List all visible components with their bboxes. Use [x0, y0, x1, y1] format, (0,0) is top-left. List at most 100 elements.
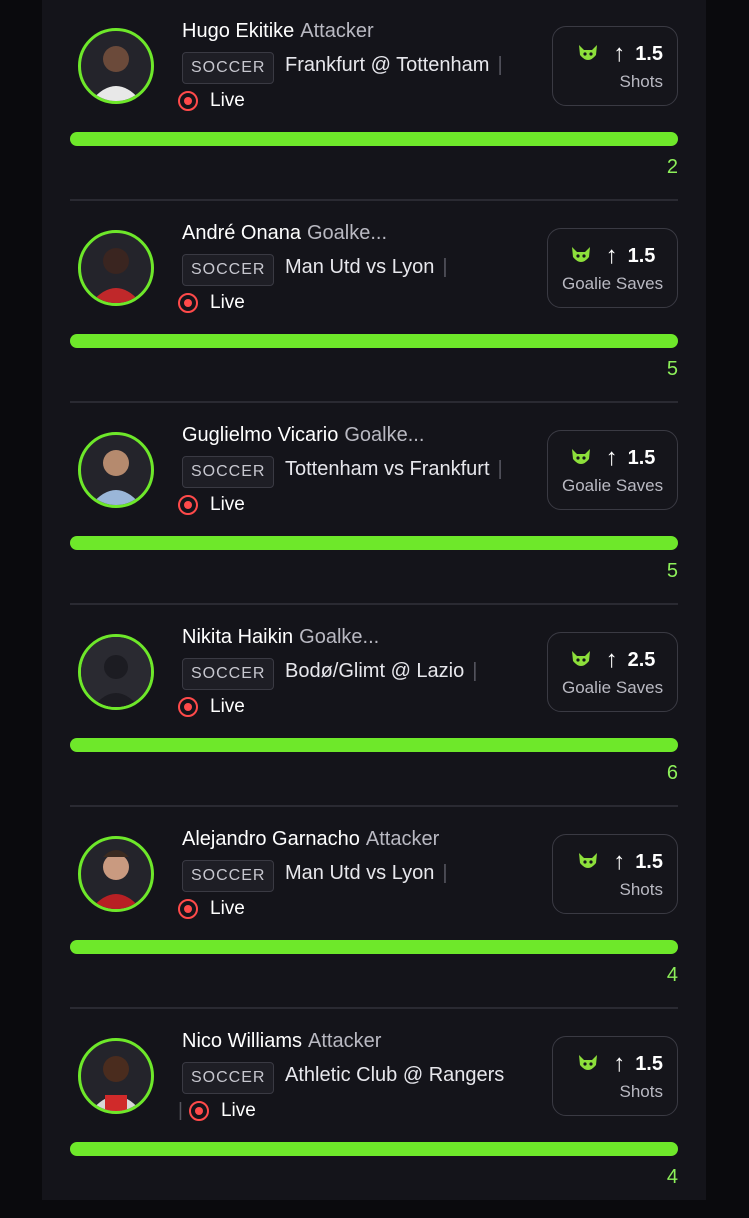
- player-position: Attacker: [365, 828, 440, 850]
- devil-icon: [571, 247, 590, 262]
- sport-tag: SOCCER: [182, 254, 275, 286]
- stat-line-button[interactable]: ↑ 1.5 Shots: [552, 1036, 678, 1116]
- separator: |: [178, 1100, 183, 1121]
- player-position: Attacker: [308, 1030, 382, 1052]
- prop-card[interactable]: Nikita Haikin Goalke... SOCCER Bodø/Glimt…: [42, 603, 706, 814]
- arrow-up-icon: ↑: [613, 1050, 626, 1077]
- player-avatar: [78, 1038, 154, 1114]
- line-value: 1.5: [627, 244, 656, 267]
- stat-line-button[interactable]: ↑ 1.5 Shots: [552, 834, 678, 914]
- live-label: Live: [210, 292, 245, 313]
- stat-label: Shots: [619, 72, 663, 91]
- player-name: Alejandro Garnacho: [182, 828, 360, 850]
- line-value: 2.5: [627, 648, 656, 671]
- devil-icon: [579, 1055, 598, 1070]
- match-text: Tottenham vs Frankfurt: [285, 458, 490, 480]
- match-name: Bodø/Glimt @ Lazio |: [285, 660, 477, 683]
- stat-line-button[interactable]: ↑ 1.5 Goalie Saves: [547, 228, 678, 308]
- prop-card[interactable]: Guglielmo Vicario Goalke... SOCCER Totten…: [42, 401, 706, 612]
- live-icon: [178, 899, 198, 919]
- separator: |: [442, 862, 448, 884]
- progress-bar: [70, 1142, 678, 1156]
- player-name: Nico Williams: [182, 1030, 302, 1052]
- player-name: Nikita Haikin: [182, 626, 294, 648]
- arrow-up-icon: ↑: [605, 242, 618, 269]
- stat-label: Goalie Saves: [562, 678, 664, 697]
- line-value: 1.5: [635, 1052, 663, 1075]
- match-name: Athletic Club @ Rangers: [285, 1064, 504, 1087]
- separator: |: [472, 660, 478, 682]
- prop-card[interactable]: Alejandro Garnacho Attacker SOCCER Man Ut…: [42, 805, 706, 1016]
- player-name-line: Alejandro Garnacho Attacker: [182, 828, 439, 851]
- stat-line-button[interactable]: ↑ 1.5 Goalie Saves: [547, 430, 678, 510]
- silhouette-icon: [81, 637, 151, 707]
- live-icon: [178, 495, 198, 515]
- player-position: Goalke...: [306, 222, 388, 244]
- live-label: Live: [210, 90, 245, 111]
- arrow-up-icon: ↑: [613, 40, 626, 67]
- player-avatar: [78, 634, 154, 710]
- stat-label: Goalie Saves: [562, 274, 664, 293]
- match-text: Bodø/Glimt @ Lazio: [285, 660, 465, 682]
- live-status: Live: [178, 292, 245, 314]
- player-avatar: [78, 836, 154, 912]
- progress-bar: [70, 132, 678, 146]
- stat-line-button[interactable]: ↑ 2.5 Goalie Saves: [547, 632, 678, 712]
- result-value: 4: [666, 964, 678, 986]
- player-name-line: André Onana Goalke...: [182, 222, 387, 245]
- player-photo-icon: [91, 850, 141, 909]
- arrow-up-icon: ↑: [605, 646, 618, 673]
- prop-card[interactable]: Nico Williams Attacker SOCCER Athletic Cl…: [42, 1007, 706, 1218]
- divider: [70, 805, 678, 807]
- player-photo-icon: [91, 450, 141, 505]
- player-avatar: [78, 230, 154, 306]
- arrow-up-icon: ↑: [605, 444, 618, 471]
- divider: [70, 603, 678, 605]
- player-photo-icon: [91, 46, 141, 101]
- player-position: Goalke...: [344, 424, 425, 446]
- match-name: Man Utd vs Lyon |: [285, 862, 448, 885]
- player-name-line: Guglielmo Vicario Goalke...: [182, 424, 424, 447]
- live-label: Live: [220, 1100, 256, 1121]
- divider: [70, 1007, 678, 1009]
- separator: |: [497, 54, 503, 76]
- player-name: André Onana: [182, 222, 301, 244]
- result-value: 5: [666, 560, 678, 582]
- live-icon: [188, 1101, 209, 1121]
- player-photo-icon: [91, 248, 141, 303]
- live-label: Live: [210, 696, 245, 717]
- match-name: Frankfurt @ Tottenham |: [285, 54, 503, 77]
- result-value: 2: [666, 156, 678, 178]
- progress-bar: [70, 940, 678, 954]
- live-icon: [178, 697, 198, 717]
- devil-icon: [571, 651, 590, 666]
- match-text: Man Utd vs Lyon: [285, 862, 435, 884]
- devil-icon: [579, 45, 598, 60]
- sport-tag: SOCCER: [182, 456, 275, 488]
- player-position: Goalke...: [299, 626, 380, 648]
- prop-card[interactable]: Hugo Ekitike Attacker SOCCER Frankfurt @ …: [42, 6, 706, 208]
- progress-bar: [70, 536, 678, 550]
- player-name: Guglielmo Vicario: [182, 424, 339, 446]
- progress-bar: [70, 738, 678, 752]
- sport-tag: SOCCER: [182, 860, 275, 892]
- live-status: Live: [178, 90, 245, 112]
- sport-tag: SOCCER: [182, 52, 275, 84]
- live-icon: [178, 293, 198, 313]
- devil-icon: [571, 449, 590, 464]
- arrow-up-icon: ↑: [613, 848, 626, 875]
- player-name-line: Nico Williams Attacker: [182, 1030, 381, 1053]
- match-text: Man Utd vs Lyon: [285, 256, 435, 278]
- progress-bar: [70, 334, 678, 348]
- live-status: Live: [178, 696, 245, 718]
- live-label: Live: [210, 494, 245, 515]
- devil-icon: [579, 853, 598, 868]
- player-name: Hugo Ekitike: [182, 20, 295, 42]
- prop-card[interactable]: André Onana Goalke... SOCCER Man Utd vs L…: [42, 199, 706, 410]
- stat-label: Goalie Saves: [562, 476, 664, 495]
- match-name: Tottenham vs Frankfurt |: [285, 458, 503, 481]
- live-label: Live: [210, 898, 245, 919]
- stat-line-button[interactable]: ↑ 1.5 Shots: [552, 26, 678, 106]
- sport-tag: SOCCER: [182, 1062, 275, 1094]
- match-name: Man Utd vs Lyon |: [285, 256, 448, 279]
